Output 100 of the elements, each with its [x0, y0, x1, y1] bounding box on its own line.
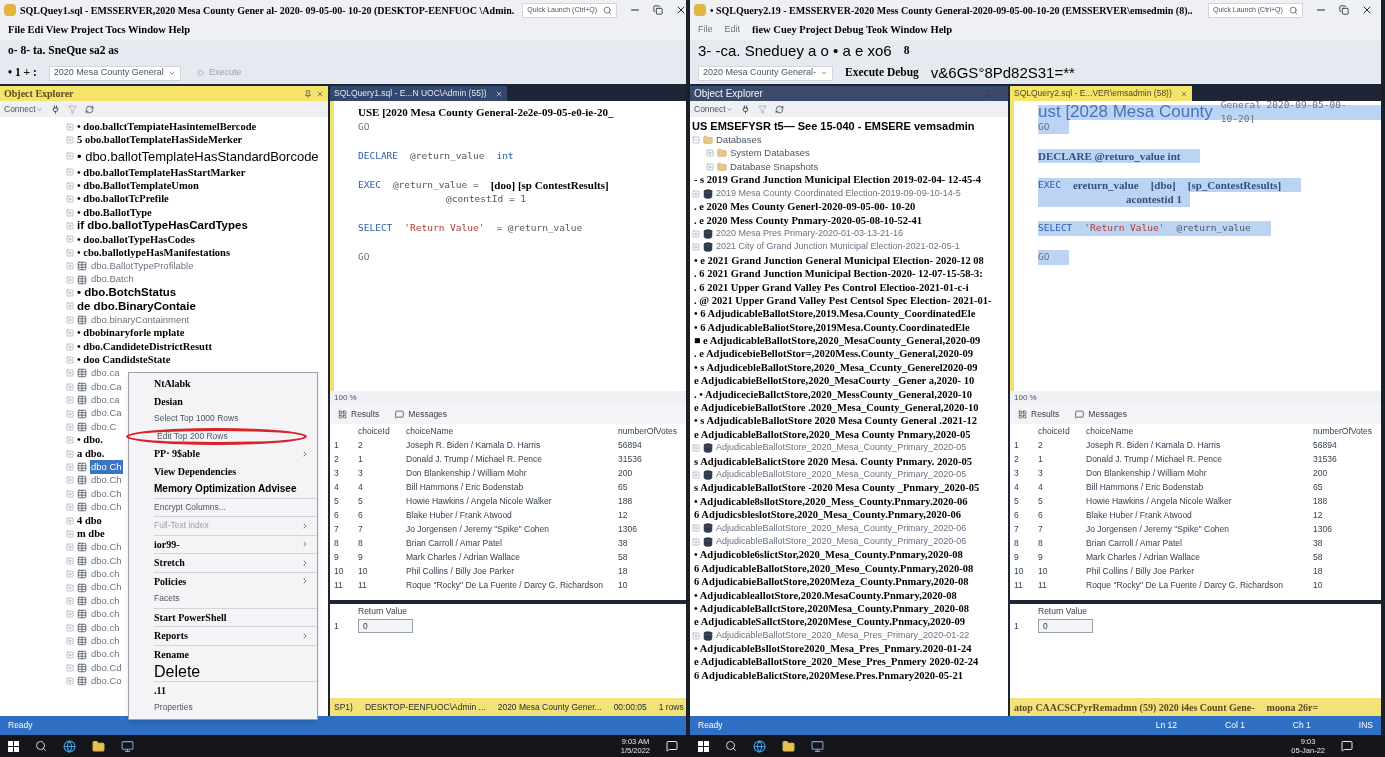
tree-item-label[interactable]: dbo.ch: [90, 607, 121, 622]
tree-item-label[interactable]: • AdjudicableBsllotStore2020_Mesa_Pres_Pnmary.2020-01-24: [694, 641, 972, 657]
browser-icon[interactable]: [753, 739, 766, 753]
column-header[interactable]: choiceName: [406, 424, 618, 438]
tree-item-label[interactable]: e AdjudicebieBallotStore .2020_Mesa_County_General,2020-10: [694, 400, 979, 416]
results-tab[interactable]: Messages: [1075, 407, 1128, 421]
tree-item-label[interactable]: 4 dbo: [77, 512, 102, 529]
expand-icon[interactable]: [692, 537, 700, 546]
column-header[interactable]: numberOfVotes: [1313, 424, 1377, 438]
tree-item-label[interactable]: 2020 Mesa Pres Primary-2020-01-03-13-21-16: [716, 227, 904, 241]
tree-item-label[interactable]: • doo.ballctTempiateHasintemelBercode: [77, 118, 257, 135]
query-tab[interactable]: SQLQuery1.sql - E...N UOC\Admin (55)): [330, 86, 507, 101]
expand-icon[interactable]: [66, 152, 74, 161]
expand-icon[interactable]: [66, 275, 74, 284]
column-header[interactable]: choiceId: [358, 424, 406, 438]
filter-icon[interactable]: [757, 104, 767, 114]
expand-icon[interactable]: [692, 189, 700, 198]
expand-icon[interactable]: [66, 556, 74, 565]
tree-item-label[interactable]: AdjudicableBallotStore_2020_Mesa_County_Primary_2020-05: [716, 468, 967, 482]
expand-icon[interactable]: [66, 489, 74, 498]
refresh-icon[interactable]: [774, 104, 784, 114]
expand-icon[interactable]: [66, 235, 74, 244]
expand-icon[interactable]: [692, 470, 700, 479]
expand-icon[interactable]: [66, 570, 74, 579]
expand-icon[interactable]: [706, 149, 714, 158]
expand-icon[interactable]: [692, 631, 700, 640]
menu-item[interactable]: Select Top 1000 Rows: [154, 410, 317, 428]
expand-icon[interactable]: [66, 168, 74, 177]
menu-item[interactable]: Reports: [154, 627, 317, 645]
database-dropdown[interactable]: 2020 Mesa County General: [48, 65, 181, 81]
column-header[interactable]: numberOfVotes: [618, 424, 682, 438]
database-dropdown[interactable]: 2020 Mesa County General-: [698, 65, 834, 81]
menu-item[interactable]: PP· 9$able: [154, 445, 317, 463]
expand-icon[interactable]: [66, 329, 74, 338]
tree-item-label[interactable]: e AdjudicableSallctStore,2020Mese_County.Pnmacy,2020-09: [694, 614, 966, 631]
tree-item-label[interactable]: . e 2020 Mess County Pnmary-2020-05-08-10-52-41: [694, 212, 923, 229]
expand-icon[interactable]: [66, 637, 74, 646]
menu-item[interactable]: Policies: [154, 572, 317, 590]
sql-editor[interactable]: USE [2020 Mesa County General-2e2e-09-05-e0-ie-20_ GO DECLARE @return_value int EXEC @return_value = [doo] [sp ContestResults] @contestId = 1 SELECT 'Return Value' = @return_value GO: [330, 101, 686, 391]
expand-icon[interactable]: [66, 530, 74, 538]
tree-item-label[interactable]: dbo.Ch: [90, 500, 123, 515]
expand-icon[interactable]: [692, 524, 700, 533]
tree-item-label[interactable]: dbo.Ch: [90, 540, 123, 555]
start-icon[interactable]: [698, 740, 709, 752]
notification-icon[interactable]: [1341, 740, 1353, 752]
tree-item-label[interactable]: AdjudicableBallotStore_2020_Mesa_County_Primary_2020-05: [716, 441, 967, 455]
plug-icon[interactable]: [50, 104, 60, 114]
tree-item-label[interactable]: dbo.Batch: [90, 272, 135, 287]
tree-item-label[interactable]: 2021 City of Grand Junction Municipal Election-2021-02-05-1: [716, 240, 960, 254]
expand-icon[interactable]: [66, 503, 74, 512]
tree-item-label[interactable]: Databases: [716, 132, 762, 148]
expand-icon[interactable]: [706, 162, 714, 171]
browser-icon[interactable]: [63, 739, 76, 753]
menu-item[interactable]: Delete: [154, 663, 317, 681]
notification-icon[interactable]: [666, 740, 678, 752]
app-icon[interactable]: [811, 739, 824, 753]
expand-icon[interactable]: [66, 396, 74, 405]
column-header[interactable]: choiceId: [1038, 424, 1086, 438]
expand-icon[interactable]: [66, 436, 74, 445]
menu-item[interactable]: Desian: [154, 392, 317, 410]
collapse-icon[interactable]: [692, 136, 700, 145]
folder-icon[interactable]: [782, 739, 795, 753]
results-tab[interactable]: Results: [338, 407, 380, 421]
search-icon[interactable]: [725, 740, 737, 752]
server-node-label[interactable]: US EMSEFYSR t5— See 15-040 - EMSERE vemsadmin: [692, 118, 975, 135]
tree-item-label[interactable]: dbo.ca: [90, 393, 121, 408]
plug-icon[interactable]: [740, 104, 750, 114]
tree-item-label[interactable]: e AdjudicabieBellotStore,2020_MesaCourty _Gener a,2020- 10: [694, 373, 975, 389]
tree-item-label[interactable]: System Databases: [730, 146, 810, 161]
connect-button[interactable]: Connect: [4, 102, 43, 116]
expand-icon[interactable]: [66, 248, 74, 257]
expand-icon[interactable]: [692, 243, 700, 252]
tree-item-label[interactable]: dbo.Ca: [90, 379, 123, 394]
tree-item-label[interactable]: dbo.ca: [90, 366, 121, 381]
menu-item[interactable]: Facets: [154, 590, 317, 608]
zoom-level[interactable]: 100 %: [1014, 391, 1037, 404]
expand-icon[interactable]: [66, 382, 74, 391]
expand-icon[interactable]: [66, 122, 74, 131]
tree-item-label[interactable]: . e 2020 Mes County Generl-2020-09-05-00- 10-20: [694, 199, 916, 215]
expand-icon[interactable]: [66, 289, 74, 297]
expand-icon[interactable]: [66, 610, 74, 619]
expand-icon[interactable]: [66, 449, 74, 458]
expand-icon[interactable]: [66, 222, 74, 231]
expand-icon[interactable]: [66, 136, 74, 145]
menu-item[interactable]: .11: [154, 681, 317, 699]
expand-icon[interactable]: [66, 583, 74, 592]
tree-item-label[interactable]: s AdjudicableBalictStore 2020 Mesa. County Pnmary. 2020-05: [694, 453, 973, 470]
query-tab[interactable]: SQLQuery2.sql - E...VER\emsadmin (58)): [1010, 86, 1192, 101]
menu-item[interactable]: View Dependencies: [154, 462, 317, 480]
expand-icon[interactable]: [66, 355, 74, 364]
tree-item-label[interactable]: dbo.ch: [90, 634, 121, 649]
expand-icon[interactable]: [66, 623, 74, 632]
restore-icon[interactable]: [653, 5, 664, 15]
tree-item-label[interactable]: dbo.Ch: [90, 580, 123, 595]
tree-item-label[interactable]: • dbo.ballotTemplateHasStartMarker: [77, 164, 246, 181]
tree-item-label[interactable]: • dbo.BallotTemplateUmon: [77, 178, 199, 194]
tree-item-label[interactable]: AdjudicableBallotStore_2020_Mesa_County_Primary_2020-06: [716, 521, 967, 536]
menu-item[interactable]: Edit Top 200 Rows: [126, 427, 307, 445]
tree-item-label[interactable]: dbo.BallotTypeProfilable: [90, 259, 195, 274]
tree-item-label[interactable]: dbo.Ca: [90, 406, 123, 421]
